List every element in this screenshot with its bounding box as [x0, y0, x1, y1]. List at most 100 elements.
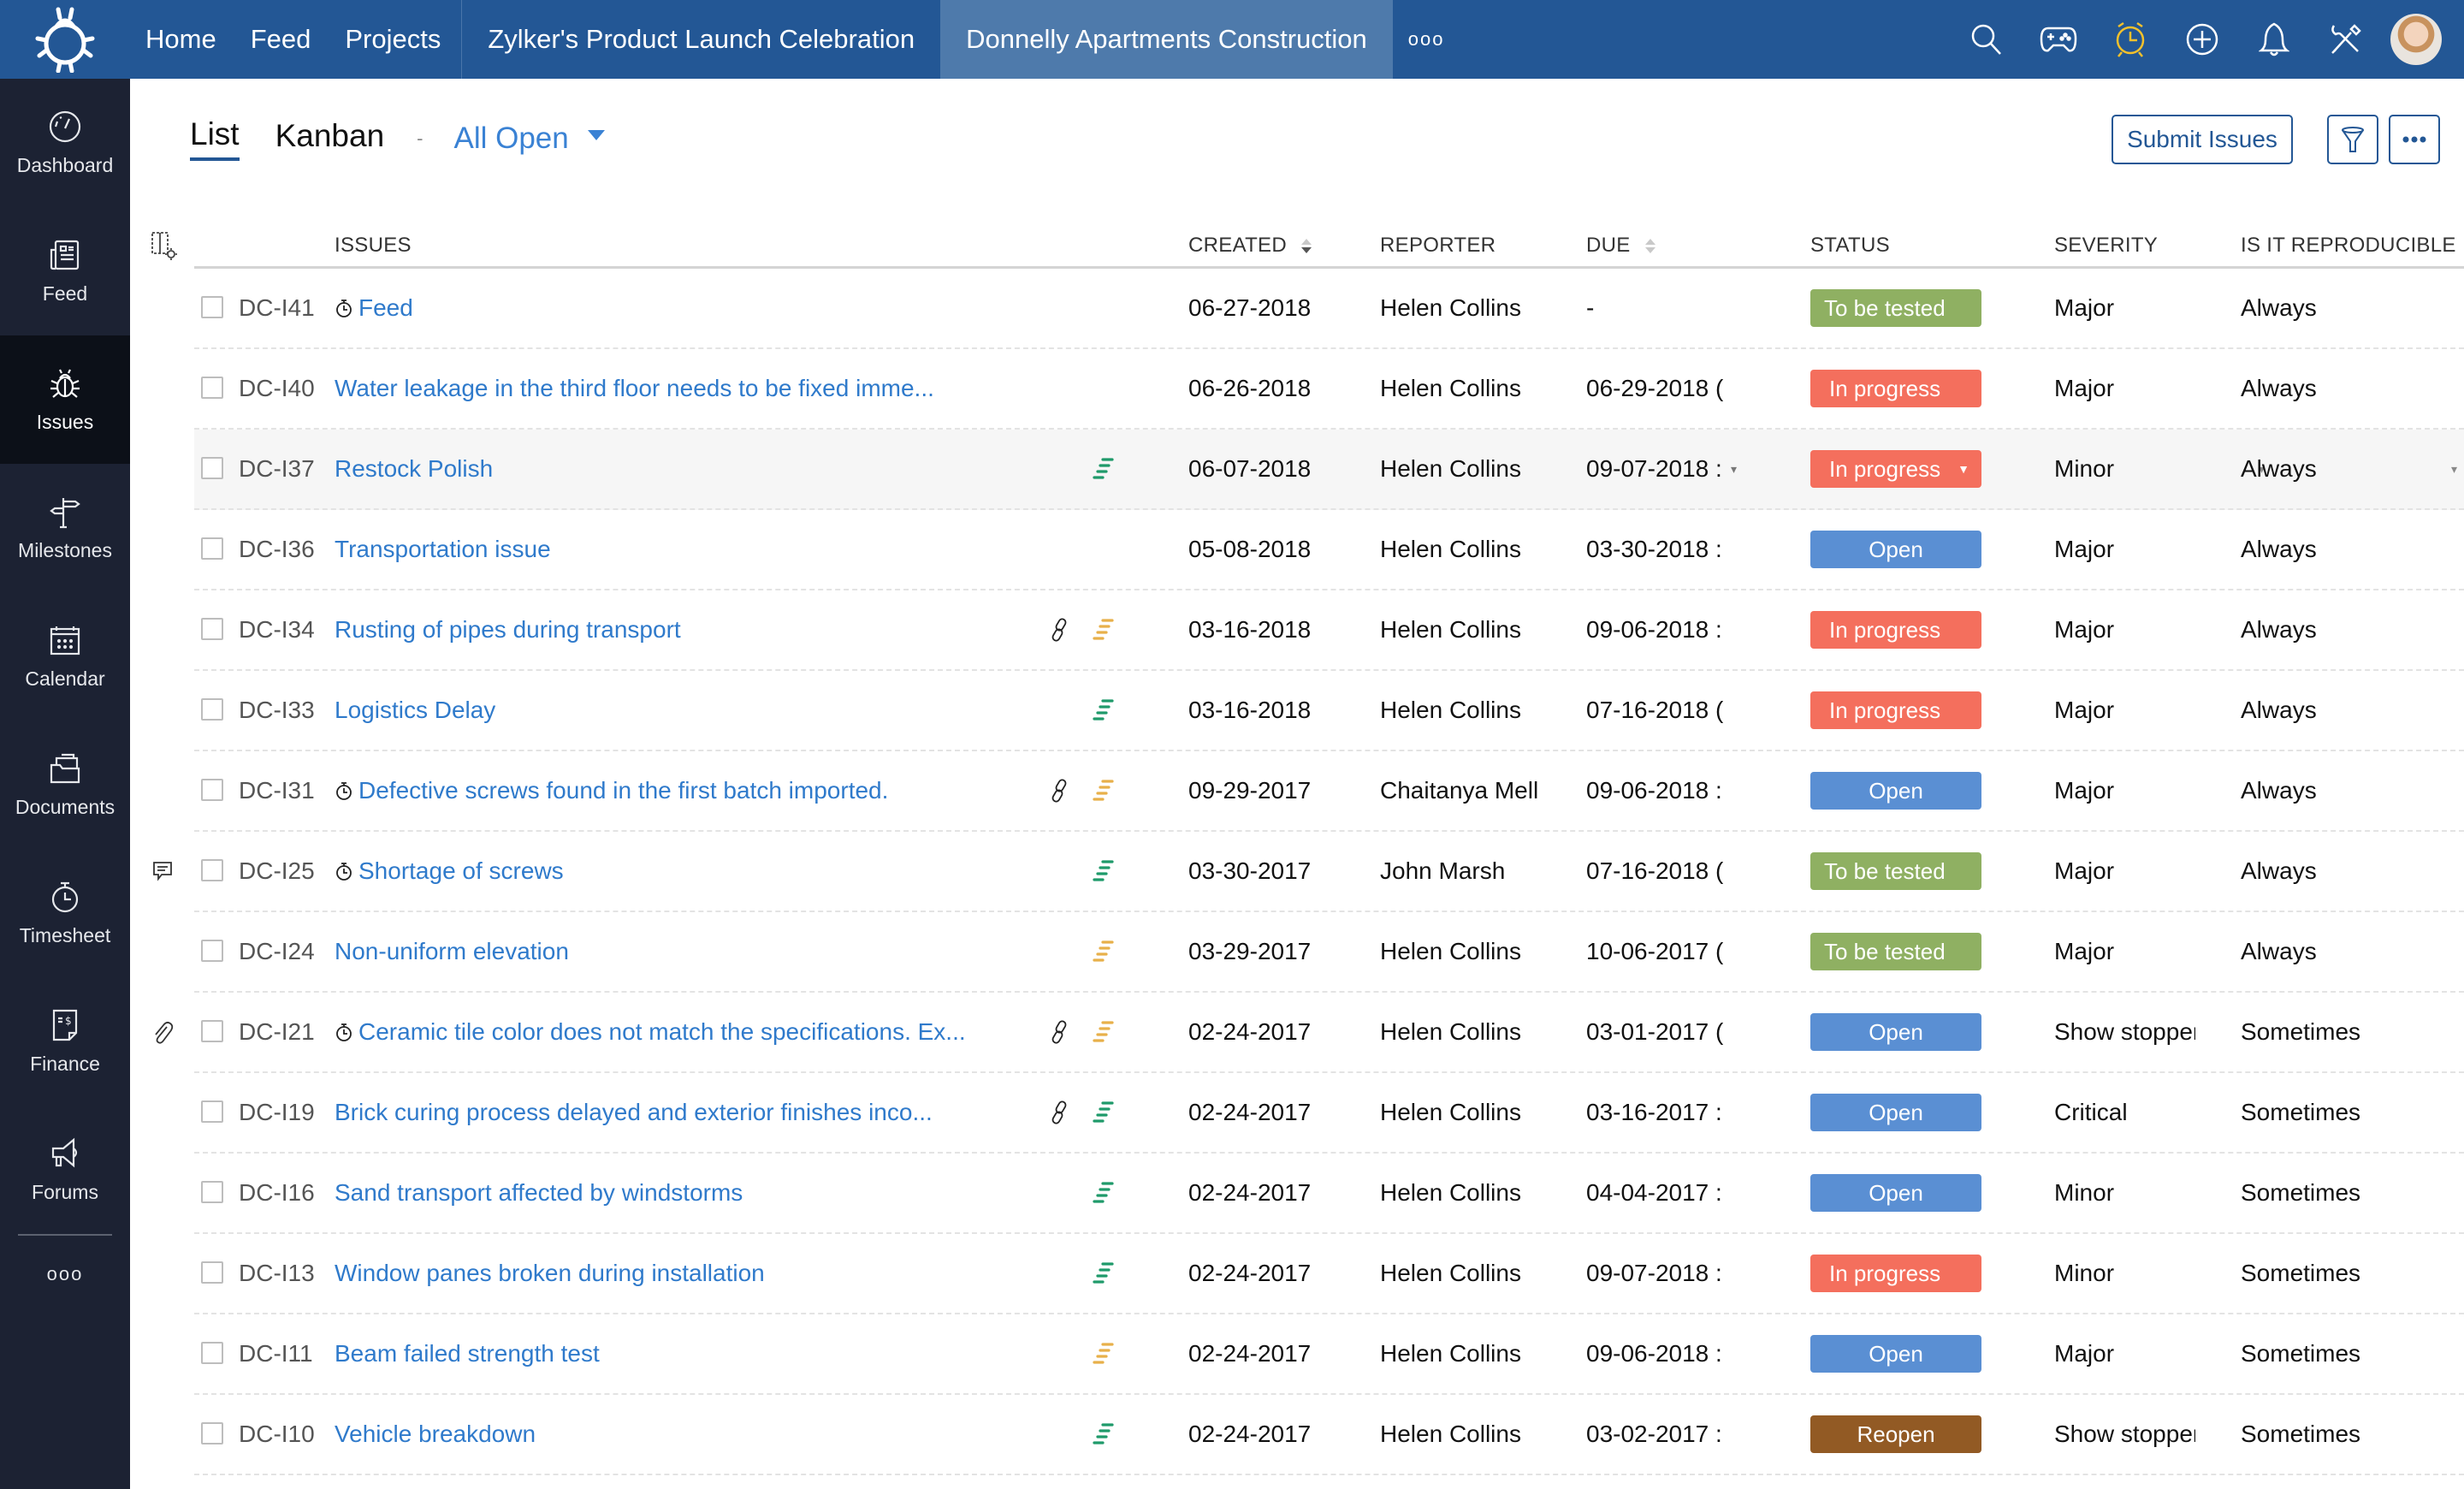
more-options-button[interactable] — [2389, 115, 2440, 164]
status-badge[interactable]: Open — [1810, 1013, 1981, 1051]
tab-kanban[interactable]: Kanban — [275, 118, 385, 159]
status-badge[interactable]: Open — [1810, 1174, 1981, 1212]
more-projects-button[interactable]: ooo — [1393, 0, 1460, 79]
link-icon[interactable] — [1050, 751, 1069, 830]
comment-icon[interactable] — [151, 832, 174, 911]
sidebar-item-feed[interactable]: Feed — [0, 207, 130, 335]
issue-title[interactable]: Ceramic tile color does not match the sp… — [358, 1018, 966, 1046]
issue-title[interactable]: Brick curing process delayed and exterio… — [335, 1099, 933, 1126]
issue-title-link[interactable]: Sand transport affected by windstorms — [335, 1154, 743, 1232]
issue-title[interactable]: Water leakage in the third floor needs t… — [335, 375, 934, 402]
issue-title-link[interactable]: Shortage of screws — [335, 832, 564, 911]
app-logo-bug-icon[interactable] — [0, 0, 130, 79]
project-tab-zylker[interactable]: Zylker's Product Launch Celebration — [462, 0, 940, 79]
tab-list[interactable]: List — [190, 116, 240, 161]
column-header-status[interactable]: STATUS — [1810, 224, 1890, 267]
issue-title-link[interactable]: Non-uniform elevation — [335, 912, 569, 991]
status-badge[interactable]: Open — [1810, 1335, 1981, 1373]
column-header-created[interactable]: CREATED — [1188, 224, 1312, 267]
status-badge[interactable]: Open — [1810, 1094, 1981, 1131]
issue-title-link[interactable]: Rusting of pipes during transport — [335, 590, 681, 669]
row-checkbox[interactable] — [201, 940, 223, 962]
sidebar-item-issues[interactable]: Issues — [0, 335, 130, 464]
table-row[interactable]: DC-I36 Transportation issue 05-08-2018 Hele… — [194, 510, 2464, 590]
table-row[interactable]: DC-I16 Sand transport affected by windsto… — [194, 1154, 2464, 1234]
sidebar-item-timesheet[interactable]: Timesheet — [0, 849, 130, 977]
sidebar-more-button[interactable]: ooo — [0, 1236, 130, 1313]
status-badge[interactable]: In progress — [1810, 611, 1981, 649]
status-badge[interactable]: In progress ▼ — [1810, 450, 1981, 488]
link-icon[interactable] — [1050, 1073, 1069, 1152]
row-checkbox[interactable] — [201, 377, 223, 399]
row-checkbox[interactable] — [201, 457, 223, 479]
row-checkbox[interactable] — [201, 1020, 223, 1042]
issue-title[interactable]: Vehicle breakdown — [335, 1421, 536, 1448]
status-badge[interactable]: Open — [1810, 772, 1981, 810]
nav-projects[interactable]: Projects — [328, 0, 458, 79]
severity-value[interactable]: Minor — [2054, 430, 2195, 508]
table-row[interactable]: DC-I37 Restock Polish 06-07-2018 Helen Coll… — [194, 430, 2464, 510]
issue-title[interactable]: Rusting of pipes during transport — [335, 616, 681, 644]
issue-title-link[interactable]: Restock Polish — [335, 430, 493, 508]
issue-title[interactable]: Non-uniform elevation — [335, 938, 569, 965]
row-checkbox[interactable] — [201, 1422, 223, 1445]
row-checkbox[interactable] — [201, 779, 223, 801]
link-icon[interactable] — [1050, 590, 1069, 669]
row-checkbox[interactable] — [201, 859, 223, 881]
status-badge[interactable]: Open — [1810, 531, 1981, 568]
issue-title-link[interactable]: Vehicle breakdown — [335, 1395, 536, 1474]
column-header-issues[interactable]: ISSUES — [335, 224, 412, 267]
table-row[interactable]: DC-I25 Shortage of screws 03-30-2017 John M… — [153, 832, 2464, 912]
sidebar-item-dashboard[interactable]: Dashboard — [0, 79, 130, 207]
status-badge[interactable]: To be tested — [1810, 852, 1981, 890]
issue-title-link[interactable]: Logistics Delay — [335, 671, 495, 750]
sidebar-item-finance[interactable]: $ Finance — [0, 977, 130, 1106]
issue-title[interactable]: Feed — [358, 294, 413, 322]
issue-filter-dropdown[interactable]: All Open — [453, 122, 605, 156]
sort-icon[interactable] — [1644, 239, 1656, 254]
table-row[interactable]: DC-I34 Rusting of pipes during transport 0… — [194, 590, 2464, 671]
reproducible-value[interactable]: Always — [2241, 430, 2317, 508]
row-checkbox[interactable] — [201, 1342, 223, 1364]
table-row[interactable]: DC-I31 Defective screws found in the firs… — [194, 751, 2464, 832]
row-checkbox[interactable] — [201, 1100, 223, 1123]
filter-button[interactable] — [2327, 115, 2378, 164]
table-row[interactable]: DC-I10 Vehicle breakdown 02-24-2017 Helen C… — [194, 1395, 2464, 1475]
table-row[interactable]: DC-I33 Logistics Delay 03-16-2018 Helen Col… — [194, 671, 2464, 751]
row-checkbox[interactable] — [201, 618, 223, 640]
status-badge[interactable]: To be tested — [1810, 289, 1981, 327]
table-row[interactable]: DC-I24 Non-uniform elevation 03-29-2017 Hel… — [194, 912, 2464, 993]
table-row[interactable]: DC-I40 Water leakage in the third floor n… — [194, 349, 2464, 430]
sidebar-item-milestones[interactable]: Milestones — [0, 464, 130, 592]
table-row[interactable]: DC-I41 Feed 06-27-2018 Helen Collins - To be … — [194, 269, 2464, 349]
project-tab-donnelly[interactable]: Donnelly Apartments Construction — [940, 0, 1393, 79]
attachment-icon[interactable] — [151, 993, 174, 1071]
status-badge[interactable]: In progress — [1810, 1255, 1981, 1292]
game-controller-icon[interactable] — [2023, 0, 2094, 79]
column-header-reporter[interactable]: REPORTER — [1380, 224, 1496, 267]
row-checkbox[interactable] — [201, 1181, 223, 1203]
issue-title-link[interactable]: Ceramic tile color does not match the sp… — [335, 993, 966, 1071]
user-avatar[interactable] — [2390, 14, 2442, 65]
table-row[interactable]: DC-I19 Brick curing process delayed and e… — [194, 1073, 2464, 1154]
column-header-reproducible[interactable]: IS IT REPRODUCIBLE — [2241, 224, 2456, 267]
alarm-clock-icon[interactable] — [2094, 0, 2166, 79]
issue-title-link[interactable]: Brick curing process delayed and exterio… — [335, 1073, 933, 1152]
column-header-severity[interactable]: SEVERITY — [2054, 224, 2158, 267]
tools-icon[interactable] — [2310, 0, 2382, 79]
chevron-down-icon[interactable]: ▾ — [2451, 430, 2457, 508]
nav-home[interactable]: Home — [130, 0, 234, 79]
status-badge[interactable]: In progress — [1810, 691, 1981, 729]
issue-title[interactable]: Beam failed strength test — [335, 1340, 600, 1367]
chevron-down-icon[interactable]: ▾ — [1731, 430, 1737, 508]
column-header-due[interactable]: DUE — [1586, 224, 1656, 267]
add-circle-icon[interactable] — [2166, 0, 2238, 79]
status-badge[interactable]: Reopen — [1810, 1415, 1981, 1453]
issue-title-link[interactable]: Beam failed strength test — [335, 1314, 600, 1393]
bell-icon[interactable] — [2238, 0, 2310, 79]
issue-title[interactable]: Logistics Delay — [335, 697, 495, 724]
chevron-down-icon[interactable]: ▼ — [1958, 462, 1969, 476]
issue-title-link[interactable]: Transportation issue — [335, 510, 551, 589]
issue-title[interactable]: Window panes broken during installation — [335, 1260, 765, 1287]
nav-feed[interactable]: Feed — [234, 0, 329, 79]
